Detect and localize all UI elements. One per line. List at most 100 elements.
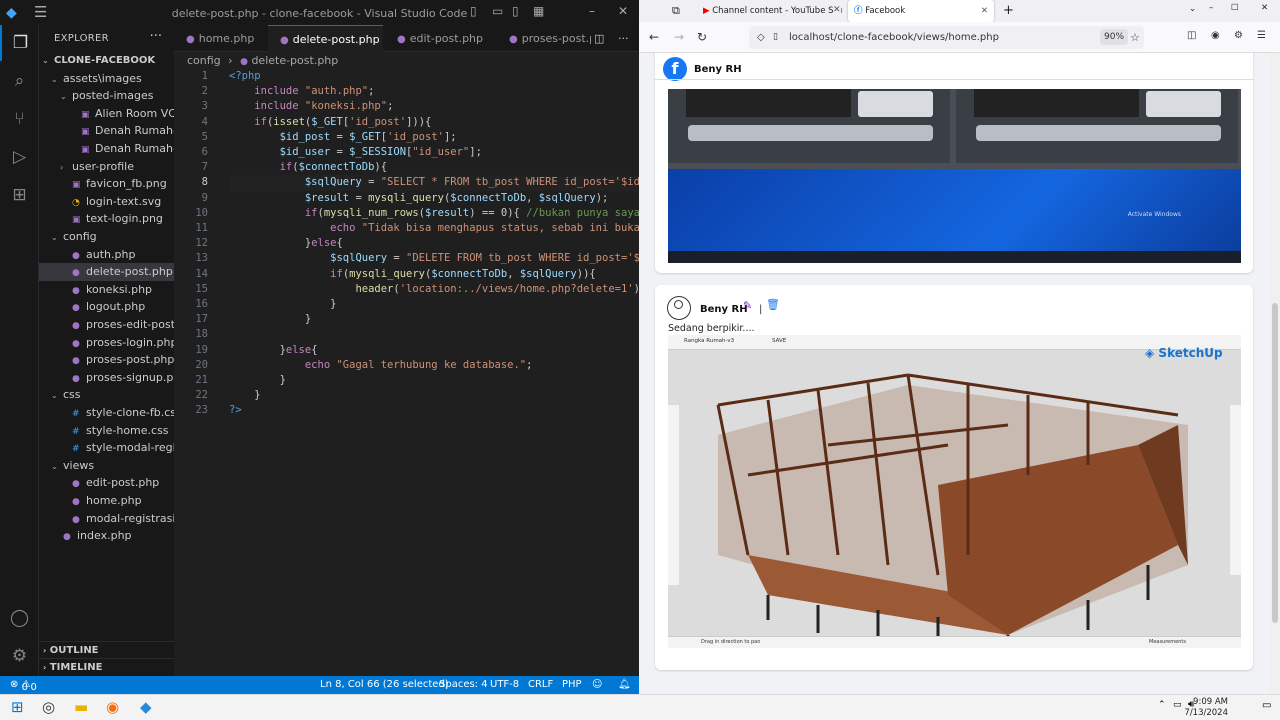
bookmark-star-icon[interactable]: ☆ (1130, 26, 1140, 49)
file-item[interactable]: ● edit-post.php (39, 474, 174, 492)
scrollbar-thumb[interactable] (1272, 303, 1278, 623)
file-item[interactable]: ◔ login-text.svg (39, 193, 174, 211)
code-line[interactable]: $id_user = $_SESSION["id_user"]; (229, 145, 482, 160)
file-item[interactable]: ▣ Denah Rumah-2.png (39, 140, 174, 158)
code-line[interactable]: if(mysqli_query($connectToDb, $sqlQuery)… (229, 267, 596, 282)
file-item[interactable]: ● auth.php (39, 246, 174, 264)
tray-chevron-up-icon[interactable]: ⌃ (1158, 700, 1166, 710)
delete-trash-icon[interactable]: 🗑︎ (766, 298, 780, 311)
app-menu-icon[interactable]: ☰ (1257, 30, 1266, 41)
outline-section[interactable]: › OUTLINE (39, 641, 174, 658)
file-item[interactable]: ● koneksi.php (39, 281, 174, 299)
header-username[interactable]: Beny RH (694, 64, 742, 75)
encoding[interactable]: UTF-8 (490, 679, 519, 690)
tab-edit-post[interactable]: ● edit-post.php (383, 25, 495, 52)
file-item[interactable]: ● modal-registrasi.php (39, 510, 174, 528)
close-window-icon[interactable]: ✕ (1261, 3, 1268, 13)
code-line[interactable]: $sqlQuery = "DELETE FROM tb_post WHERE i… (229, 251, 639, 266)
tab-overview-icon[interactable]: ⧉ (672, 4, 680, 18)
notifications-bell-icon[interactable]: 🔔︎ (618, 679, 631, 690)
code-line[interactable]: } (229, 312, 311, 327)
forward-arrow-icon[interactable]: → (674, 30, 684, 44)
breadcrumb-folder[interactable]: config (187, 54, 221, 67)
breadcrumb-file[interactable]: delete-post.php (251, 54, 338, 67)
search-icon[interactable]: ⌕ (0, 63, 39, 99)
maximize-icon[interactable]: ☐ (1231, 3, 1239, 13)
account-icon[interactable]: ◯ (0, 600, 39, 636)
code-line[interactable]: if(mysqli_num_rows($result) == 0){ //buk… (229, 206, 639, 221)
file-item[interactable]: ▣ Denah Rumah-1.png (39, 122, 174, 140)
browser-tab-youtube[interactable]: ▶ Channel content - YouTube Stu (697, 0, 843, 22)
tab-delete-post[interactable]: ●delete-post.php✕ (268, 25, 383, 52)
file-item[interactable]: ● proses-post.php (39, 351, 174, 369)
split-editor-icon[interactable]: ◫ (594, 25, 614, 52)
close-window-icon[interactable]: ✕ (618, 4, 628, 18)
code-line[interactable]: }else{ (229, 236, 343, 251)
address-bar[interactable]: ◇ ▯ localhost/clone-facebook/views/home.… (749, 26, 1144, 49)
file-explorer-icon[interactable]: ▬ (74, 698, 88, 716)
run-debug-icon[interactable]: ▷ (0, 139, 39, 175)
new-tab-icon[interactable]: + (1003, 3, 1014, 18)
more-actions-icon[interactable]: ··· (150, 29, 162, 44)
folder-item[interactable]: ⌄ views (39, 457, 174, 475)
back-arrow-icon[interactable]: ← (649, 30, 659, 44)
network-icon[interactable]: ▭ (1173, 700, 1182, 710)
code-line[interactable]: include "auth.php"; (229, 84, 374, 99)
source-control-icon[interactable]: ⑂ (0, 101, 39, 137)
file-item[interactable]: ● proses-edit-post.php (39, 316, 174, 334)
taskbar-clock[interactable]: 9:09 AM 7/13/2024 (1184, 697, 1228, 719)
file-item[interactable]: ● delete-post.php (39, 263, 174, 281)
file-item[interactable]: ● proses-login.php (39, 334, 174, 352)
pocket-icon[interactable]: ◫ (1187, 30, 1196, 41)
edit-pencil-icon[interactable]: ✎ (743, 299, 752, 312)
reload-icon[interactable]: ↻ (697, 30, 707, 44)
editor-more-icon[interactable]: ··· (618, 25, 638, 52)
explorer-icon[interactable]: ❐ (0, 25, 39, 61)
facebook-logo-icon[interactable]: f (663, 57, 687, 81)
code-line[interactable]: } (229, 373, 286, 388)
language-mode[interactable]: PHP (562, 679, 582, 690)
file-item[interactable]: # style-clone-fb.css (39, 404, 174, 422)
post-author[interactable]: Beny RH (700, 304, 748, 315)
file-item[interactable]: ● index.php (39, 527, 174, 545)
firefox-icon[interactable]: ◉ (106, 698, 119, 716)
file-item[interactable]: # style-modal-registra... (39, 439, 174, 457)
customize-layout-icon[interactable]: ▦ (533, 4, 544, 18)
code-line[interactable]: $result = mysqli_query($connectToDb, $sq… (229, 191, 609, 206)
extensions-icon[interactable]: ⊞ (0, 177, 39, 213)
code-line[interactable]: }else{ (229, 343, 318, 358)
url-text[interactable]: localhost/clone-facebook/views/home.php (789, 26, 999, 49)
page-scrollbar[interactable] (1270, 53, 1280, 694)
code-line[interactable]: ?> (229, 403, 242, 418)
toggle-secondary-sidebar-icon[interactable]: ▯ (512, 4, 519, 18)
code-line[interactable]: $id_post = $_GET['id_post']; (229, 130, 457, 145)
folder-item[interactable]: ⌄ css (39, 386, 174, 404)
code-line[interactable]: if($connectToDb){ (229, 160, 388, 175)
notification-center-icon[interactable]: ▭ (1262, 700, 1271, 711)
file-item[interactable]: ▣ favicon_fb.png (39, 175, 174, 193)
problems-indicator[interactable]: ⊗ 0 ⚠ 0 (10, 679, 37, 693)
code-line[interactable]: $sqlQuery = "SELECT * FROM tb_post WHERE… (229, 175, 639, 191)
code-line[interactable]: echo "Gagal terhubung ke database."; (229, 358, 533, 373)
file-item[interactable]: ● proses-signup.php (39, 369, 174, 387)
cursor-position[interactable]: Ln 8, Col 66 (26 selected) (320, 679, 449, 690)
windows-start-icon[interactable]: ⊞ (11, 698, 24, 716)
folder-item[interactable]: › user-profile (39, 158, 174, 176)
timeline-section[interactable]: › TIMELINE (39, 658, 174, 675)
indentation[interactable]: Spaces: 4 (439, 679, 488, 690)
close-tab-icon[interactable]: ✕ (833, 5, 841, 15)
vscode-icon[interactable]: ◆ (140, 698, 152, 716)
file-item[interactable]: ● logout.php (39, 298, 174, 316)
file-item[interactable]: ● home.php (39, 492, 174, 510)
avatar[interactable] (667, 296, 691, 320)
file-item[interactable]: ▣ text-login.png (39, 210, 174, 228)
eol[interactable]: CRLF (528, 679, 553, 690)
folder-item[interactable]: ⌄ posted-images (39, 87, 174, 105)
zoom-level[interactable]: 90% (1100, 29, 1129, 45)
feedback-icon[interactable]: ☺ (592, 679, 602, 690)
folder-item[interactable]: ⌄ config (39, 228, 174, 246)
toggle-sidebar-icon[interactable]: ▯ (470, 4, 477, 18)
close-tab-icon[interactable]: ✕ (981, 0, 988, 22)
code-editor[interactable]: 1 <?php 2 include "auth.php"; 3 include "ko… (174, 68, 639, 676)
account-icon[interactable]: ◉ (1211, 30, 1220, 41)
